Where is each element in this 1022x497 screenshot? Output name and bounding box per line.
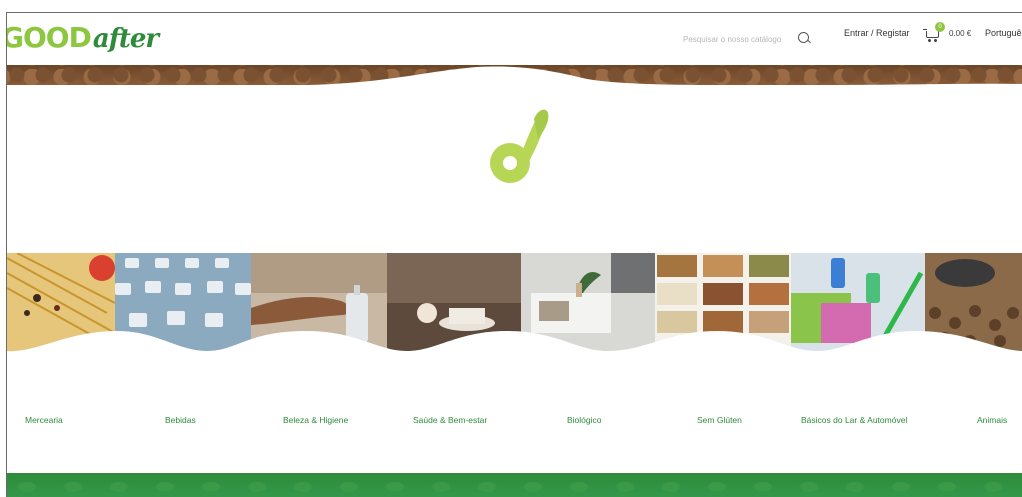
category-labels: Mercearia Bebidas Beleza & Higiene Saúde… — [7, 415, 1022, 429]
category-link-sem-gluten[interactable]: Sem Glúten — [697, 415, 742, 425]
site-logo[interactable]: GOODafter — [6, 21, 159, 54]
brand-mark-icon — [490, 109, 549, 183]
categories-wave — [7, 331, 1022, 357]
cart-total[interactable]: 0.00 € — [949, 29, 971, 38]
cart-basket-shape — [926, 31, 939, 38]
logo-after-text: after — [92, 24, 159, 54]
search-input[interactable] — [683, 31, 791, 48]
category-link-bebidas[interactable]: Bebidas — [165, 415, 196, 425]
category-link-animais[interactable]: Animais — [977, 415, 1007, 425]
logo-good-text: GOOD — [6, 21, 92, 54]
login-register-link[interactable]: Entrar / Registar — [844, 28, 910, 38]
language-selector[interactable]: Português — [985, 28, 1022, 38]
banner-wave — [7, 66, 1022, 87]
category-link-beleza-higiene[interactable]: Beleza & Higiene — [283, 415, 348, 425]
category-link-saude-bem-estar[interactable]: Saúde & Bem-estar — [413, 415, 487, 425]
category-link-mercearia[interactable]: Mercearia — [25, 415, 63, 425]
search-box — [683, 29, 813, 49]
cart-wheel — [928, 39, 931, 42]
search-icon[interactable] — [798, 32, 809, 43]
category-link-biologico[interactable]: Biológico — [567, 415, 602, 425]
footer-banner — [7, 473, 1022, 497]
category-link-basicos-lar[interactable]: Básicos do Lar & Automóvel — [801, 415, 907, 425]
page-frame: GOODafter Entrar / Registar 0 0.00 € Por… — [6, 12, 1022, 497]
cart-wheel — [934, 39, 937, 42]
site-header: GOODafter Entrar / Registar 0 0.00 € Por… — [7, 13, 1022, 65]
cart-count-badge: 0 — [935, 22, 945, 32]
